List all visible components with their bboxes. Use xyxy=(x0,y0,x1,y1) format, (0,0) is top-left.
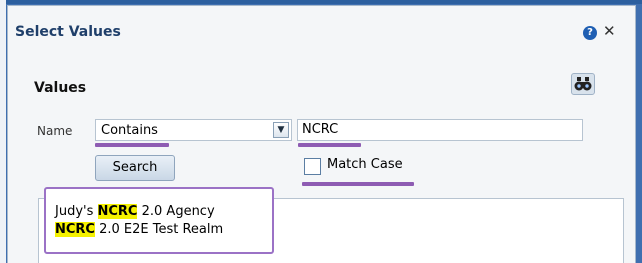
match-case-annotation-underline xyxy=(302,182,414,186)
window-top-border xyxy=(0,0,642,4)
search-text-input[interactable]: NCRC xyxy=(297,119,583,141)
list-item[interactable]: NCRC 2.0 E2E Test Realm xyxy=(55,222,223,237)
result-text-before: Judy's xyxy=(55,204,98,219)
search-text-annotation-underline xyxy=(298,143,361,147)
binoculars-icon[interactable] xyxy=(571,73,595,95)
match-case-checkbox[interactable] xyxy=(304,158,321,175)
background-strip xyxy=(0,0,6,263)
match-case-label: Match Case xyxy=(327,157,403,172)
result-match-highlight: NCRC xyxy=(55,222,95,237)
result-match-highlight: NCRC xyxy=(97,204,138,219)
result-text-after: 2.0 Agency xyxy=(137,204,215,219)
list-item[interactable]: Judy's NCRC 2.0 Agency xyxy=(55,204,215,219)
name-label: Name xyxy=(37,124,73,138)
close-icon[interactable]: ✕ xyxy=(603,22,616,40)
result-text-after: 2.0 E2E Test Realm xyxy=(94,222,224,237)
results-annotation-box xyxy=(44,187,274,254)
operator-selected-value: Contains xyxy=(101,123,158,138)
chevron-down-icon[interactable]: ▼ xyxy=(273,122,289,138)
values-section-title: Values xyxy=(34,80,87,96)
operator-select[interactable]: Contains ▼ xyxy=(95,119,292,141)
question-circle-icon[interactable]: ? xyxy=(583,26,597,40)
search-button[interactable]: Search xyxy=(95,155,175,181)
screenshot-page: Select Values ? ✕ Values Name Contains ▼… xyxy=(0,0,642,263)
dialog-title: Select Values xyxy=(15,24,121,40)
operator-annotation-underline xyxy=(95,143,169,147)
